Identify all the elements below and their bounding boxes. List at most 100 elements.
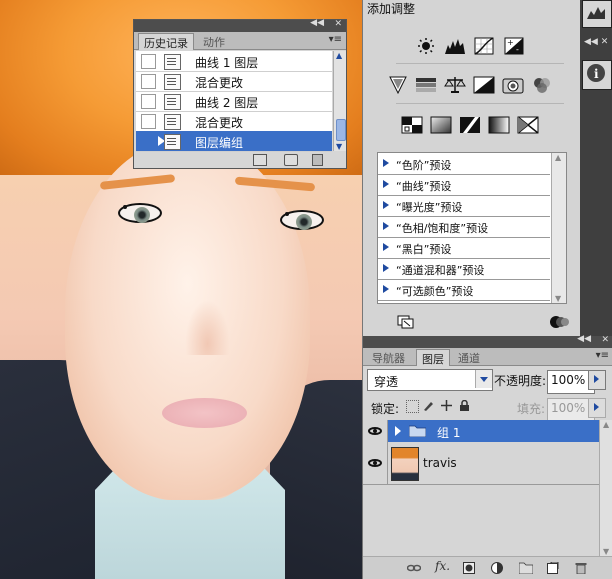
history-source-checkbox[interactable] <box>141 114 156 129</box>
tab-navigator[interactable]: 导航器 <box>367 349 410 366</box>
levels-icon[interactable] <box>444 37 466 55</box>
expand-triangle-icon[interactable] <box>383 285 389 293</box>
preset-item[interactable]: “曲线”预设 <box>378 174 550 196</box>
lock-all-icon[interactable] <box>459 399 470 411</box>
layers-tabs: 导航器 图层 通道 ▾≡ <box>363 348 612 366</box>
trash-icon[interactable] <box>575 562 587 575</box>
history-step-icon <box>164 94 181 110</box>
history-panel-titlebar[interactable]: ◀◀ ✕ <box>134 18 346 32</box>
close-icon[interactable]: ✕ <box>601 335 609 345</box>
collapse-icon[interactable]: ◀◀ <box>310 18 324 28</box>
fill-slider-button[interactable] <box>588 398 606 418</box>
invert-icon[interactable] <box>401 116 423 134</box>
visibility-toggle[interactable] <box>363 420 388 442</box>
brightness-contrast-icon[interactable] <box>415 37 437 55</box>
vibrance-icon[interactable] <box>387 76 409 95</box>
layers-scrollbar[interactable]: ▲ ▼ <box>599 420 612 556</box>
history-source-checkbox[interactable] <box>141 94 156 109</box>
visibility-toggle[interactable] <box>363 442 388 484</box>
visibility-toggle-icon[interactable] <box>549 315 571 329</box>
preset-item[interactable]: “黑白”预设 <box>378 237 550 259</box>
opacity-slider-button[interactable] <box>588 370 606 390</box>
history-item-selected[interactable]: 图层编组 <box>136 131 332 152</box>
lock-image-icon[interactable] <box>423 400 434 411</box>
adjustment-layer-icon[interactable] <box>491 562 503 574</box>
scroll-up-icon[interactable]: ▲ <box>603 420 609 429</box>
blend-mode-select[interactable]: 穿透 <box>367 369 493 391</box>
threshold-icon[interactable] <box>459 116 481 134</box>
expand-triangle-icon[interactable] <box>383 243 389 251</box>
preset-item[interactable]: “色阶”预设 <box>378 153 550 175</box>
layer-row-group[interactable]: 组 1 <box>363 420 599 443</box>
collapse-icon[interactable]: ◀◀ <box>577 334 591 344</box>
fx-icon[interactable]: fx. <box>435 559 450 573</box>
close-icon[interactable]: ✕ <box>334 19 342 29</box>
selective-color-icon[interactable] <box>517 116 539 134</box>
new-layer-icon[interactable] <box>547 561 559 574</box>
histogram-panel-button[interactable] <box>582 0 612 28</box>
expand-triangle-icon[interactable] <box>395 426 401 436</box>
preset-item[interactable]: “通道混和器”预设 <box>378 258 550 280</box>
expand-panels-icon[interactable]: ◀◀ ✕ <box>584 37 608 47</box>
curves-icon[interactable] <box>473 37 495 55</box>
svg-text:i: i <box>594 67 599 81</box>
history-item[interactable]: 混合更改 <box>136 71 332 92</box>
history-step-icon <box>164 74 181 90</box>
scroll-thumb[interactable] <box>336 119 346 141</box>
new-document-icon[interactable] <box>253 154 267 166</box>
gradient-map-icon[interactable] <box>488 116 510 134</box>
scroll-down-icon[interactable]: ▼ <box>555 294 561 303</box>
history-item[interactable]: 混合更改 <box>136 111 332 132</box>
tab-history[interactable]: 历史记录 <box>138 33 194 50</box>
preset-item[interactable]: “曝光度”预设 <box>378 195 550 217</box>
presets-scrollbar[interactable]: ▲ ▼ <box>551 153 566 303</box>
lock-position-icon[interactable] <box>441 400 452 411</box>
scroll-down-icon[interactable]: ▼ <box>603 547 609 556</box>
channel-mixer-icon[interactable] <box>531 76 553 94</box>
preset-item[interactable]: “可选颜色”预设 <box>378 279 550 301</box>
exposure-icon[interactable]: + - <box>503 37 525 55</box>
photo-filter-icon[interactable] <box>502 76 524 94</box>
photo-nose <box>185 300 230 355</box>
svg-text:-: - <box>516 45 519 54</box>
snapshot-camera-icon[interactable] <box>284 154 298 166</box>
expand-triangle-icon[interactable] <box>383 159 389 167</box>
tab-actions[interactable]: 动作 <box>198 33 230 50</box>
history-scrollbar[interactable]: ▲ ▼ <box>333 51 346 151</box>
history-footer <box>134 151 346 168</box>
scroll-up-icon[interactable]: ▲ <box>336 51 342 60</box>
history-item[interactable]: 曲线 1 图层 <box>136 51 332 72</box>
preset-item[interactable]: “色相/饱和度”预设 <box>378 216 550 238</box>
layer-row-image[interactable]: travis <box>363 442 599 485</box>
panel-menu-icon[interactable]: ▾≡ <box>329 34 342 45</box>
scroll-up-icon[interactable]: ▲ <box>555 153 561 162</box>
tab-channels[interactable]: 通道 <box>453 349 485 366</box>
history-source-checkbox[interactable] <box>141 134 156 149</box>
layers-footer: fx. <box>363 556 612 579</box>
link-layers-icon[interactable] <box>406 562 422 574</box>
chevron-down-icon[interactable] <box>475 370 492 388</box>
expand-triangle-icon[interactable] <box>383 201 389 209</box>
lock-transparent-icon[interactable] <box>406 400 419 413</box>
layers-panel-titlebar[interactable]: ◀◀ ✕ <box>363 334 612 348</box>
scroll-down-icon[interactable]: ▼ <box>336 142 342 151</box>
hue-saturation-icon[interactable] <box>415 76 437 94</box>
expand-triangle-icon[interactable] <box>383 222 389 230</box>
history-source-checkbox[interactable] <box>141 54 156 69</box>
add-mask-icon[interactable] <box>463 562 475 574</box>
trash-icon[interactable] <box>312 154 323 166</box>
tab-layers[interactable]: 图层 <box>416 349 450 366</box>
layers-panel: ◀◀ ✕ 导航器 图层 通道 ▾≡ 穿透 不透明度: 100% 锁定: 填充: … <box>362 334 612 579</box>
expand-triangle-icon[interactable] <box>383 180 389 188</box>
info-panel-button[interactable]: i <box>582 60 612 90</box>
posterize-icon[interactable] <box>430 116 452 134</box>
lock-label: 锁定: <box>371 402 400 416</box>
expand-triangle-icon[interactable] <box>383 264 389 272</box>
new-group-icon[interactable] <box>518 562 534 575</box>
clip-to-layer-icon[interactable] <box>397 315 415 329</box>
history-item[interactable]: 曲线 2 图层 <box>136 91 332 112</box>
black-white-icon[interactable] <box>473 76 495 94</box>
panel-menu-icon[interactable]: ▾≡ <box>596 350 609 361</box>
history-source-checkbox[interactable] <box>141 74 156 89</box>
color-balance-icon[interactable] <box>444 76 466 94</box>
